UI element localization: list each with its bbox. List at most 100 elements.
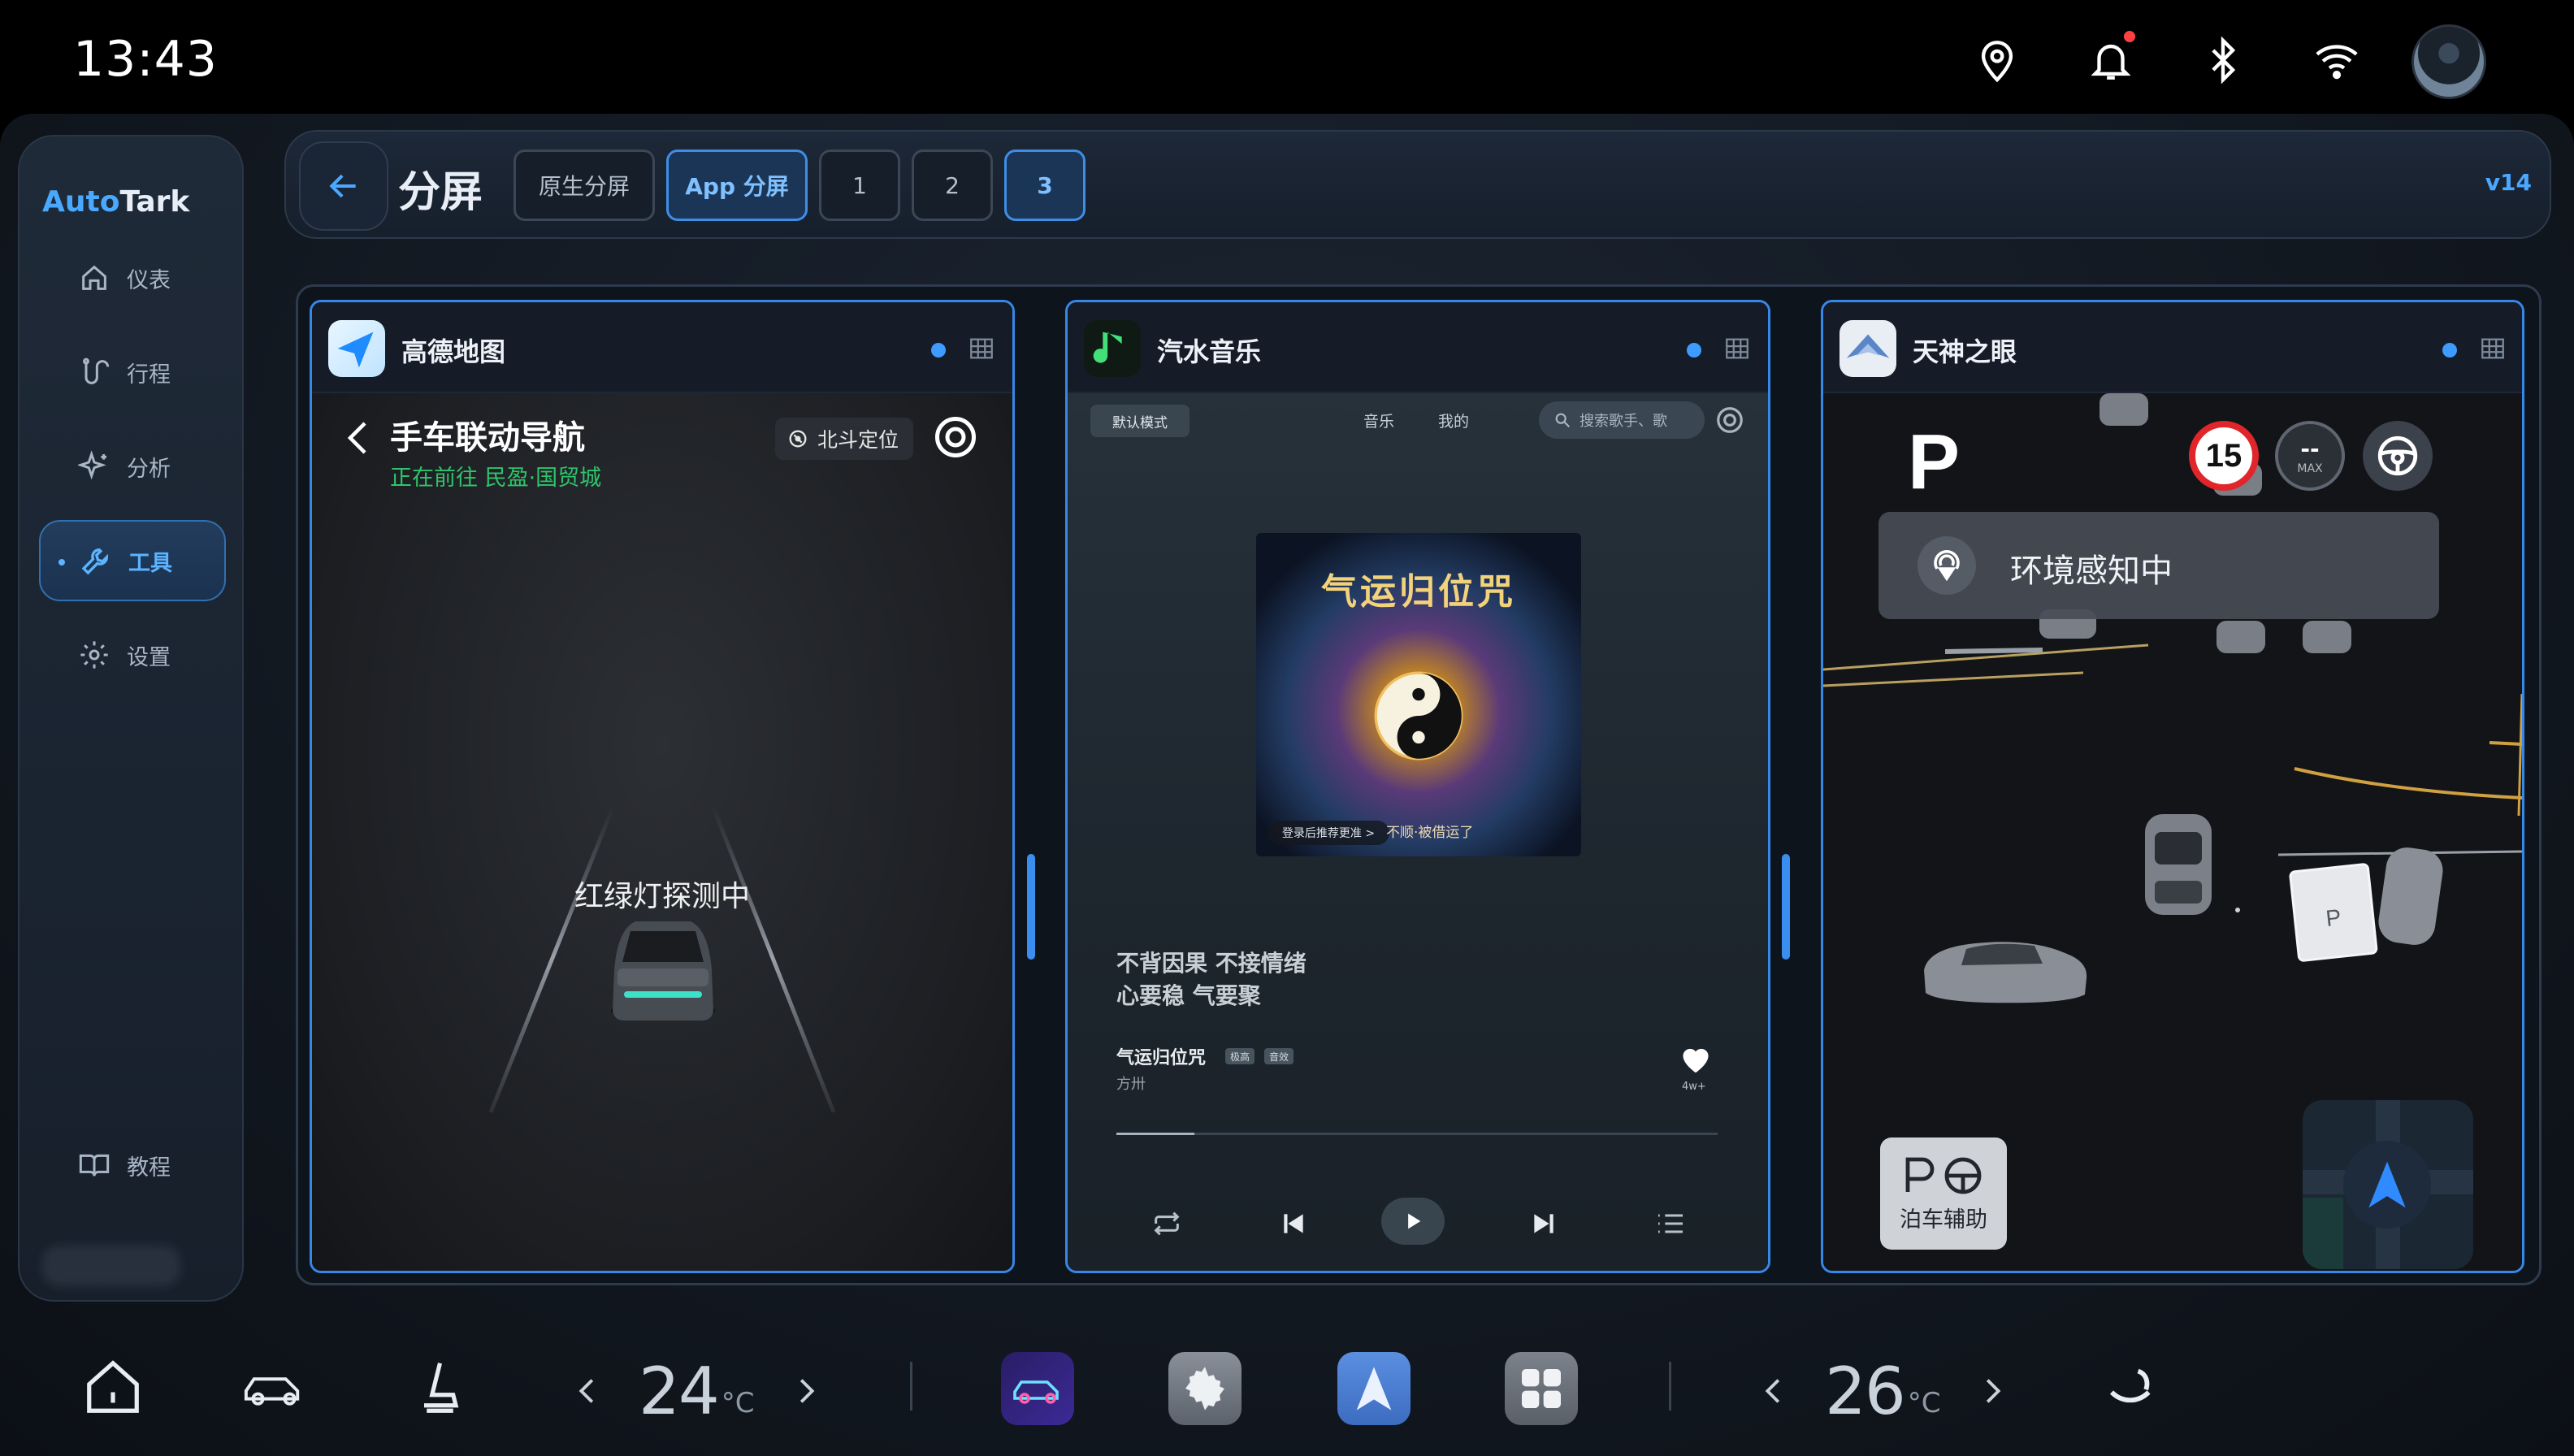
sidebar-item-label: 教程 [127, 1155, 171, 1181]
steering-wheel-button[interactable] [2363, 421, 2433, 491]
status-bar: 13:43 [0, 0, 2574, 120]
fan-icon[interactable] [2096, 1350, 2169, 1424]
back-button[interactable] [299, 141, 388, 231]
tab-mine[interactable]: 我的 [1438, 410, 1469, 431]
heart-icon[interactable] [1679, 1043, 1713, 1074]
app-split-button[interactable]: App 分屏 [666, 150, 808, 221]
split-count-1-button[interactable]: 1 [819, 150, 900, 221]
chevron-right-icon[interactable] [787, 1372, 825, 1410]
settings-ring-icon[interactable] [931, 413, 980, 462]
blurred-content [42, 1246, 180, 1286]
panel-body: P P 15 -- MAX 环境感知中 泊车辅助 [1823, 393, 2522, 1271]
chevron-left-icon[interactable] [569, 1372, 606, 1410]
split-count-3-button[interactable]: 3 [1004, 150, 1086, 221]
chevron-left-icon[interactable] [343, 418, 372, 458]
navigation-arrow-icon [1356, 1367, 1392, 1410]
panel-app-name: 高德地图 [401, 336, 506, 367]
parked-car-right [2378, 847, 2443, 945]
search-icon [1555, 413, 1571, 428]
login-recommend-button[interactable]: 登录后推荐更准 > [1268, 821, 1389, 845]
bottom-dock: 24 °C 26 °C [0, 1294, 2574, 1456]
panel-app-name: 天神之眼 [1913, 336, 2017, 367]
seat-icon[interactable] [398, 1350, 471, 1424]
arrow-left-icon [329, 174, 356, 198]
tab-music[interactable]: 音乐 [1363, 410, 1394, 431]
road-illustration [488, 803, 836, 1113]
gear-indicator: P [1908, 418, 1961, 505]
avatar[interactable] [2412, 24, 2486, 99]
sidebar-item-settings[interactable]: 设置 [39, 614, 226, 696]
sidebar-item-label: 工具 [128, 550, 172, 576]
grid-icon[interactable] [1722, 335, 1752, 362]
parking-assist-button[interactable]: 泊车辅助 [1880, 1138, 2007, 1250]
previous-track-icon[interactable] [1277, 1207, 1310, 1240]
sidebar-item-tools[interactable]: 工具 [39, 520, 226, 601]
yin-yang-icon [1374, 671, 1463, 760]
notification-dot [2124, 31, 2135, 42]
split-drag-handle[interactable] [1782, 854, 1790, 960]
chevron-left-icon[interactable] [1755, 1372, 1792, 1410]
play-button[interactable] [1381, 1198, 1445, 1245]
playlist-icon[interactable] [1654, 1207, 1687, 1240]
max-speed-indicator: -- MAX [2275, 421, 2345, 491]
sidebar-item-dashboard[interactable]: 仪表 [39, 237, 226, 318]
native-split-button[interactable]: 原生分屏 [514, 150, 655, 221]
mode-button[interactable]: 默认模式 [1090, 405, 1190, 437]
steering-wheel-icon [2377, 436, 2418, 476]
car-icon[interactable] [237, 1350, 310, 1424]
split-count-2-button[interactable]: 2 [912, 150, 993, 221]
car-mode-app[interactable] [1001, 1352, 1074, 1425]
sidebar-item-analysis[interactable]: 分析 [39, 426, 226, 507]
effect-tag: 音效 [1264, 1048, 1294, 1064]
sidebar-item-trip[interactable]: 行程 [39, 332, 226, 413]
bluetooth-icon[interactable] [2192, 29, 2254, 91]
environment-sensing-text: 环境感知中 [2010, 552, 2173, 590]
play-icon [1408, 1213, 1421, 1229]
wifi-icon[interactable] [2306, 29, 2368, 91]
speed-limit-sign: 15 [2189, 421, 2259, 491]
panel-header: 天神之眼 [1823, 302, 2522, 393]
panel-parking[interactable]: 天神之眼 P P 15 -- MAX 环境感知中 泊车辅助 [1821, 300, 2524, 1273]
beidou-button[interactable]: 北斗定位 [775, 418, 913, 460]
settings-app[interactable] [1168, 1352, 1242, 1425]
panel-header: 高德地图 [312, 302, 1012, 393]
nav-destination: 正在前往 民盈·国贸城 [390, 466, 602, 491]
split-drag-handle[interactable] [1027, 854, 1035, 960]
chevron-right-icon[interactable] [1974, 1372, 2011, 1410]
search-input[interactable]: 搜索歌手、歌 [1539, 401, 1705, 439]
grid-icon[interactable] [967, 335, 996, 362]
car-illustration [611, 921, 715, 1020]
grid-icon[interactable] [2478, 335, 2507, 362]
progress-bar[interactable] [1116, 1133, 1718, 1135]
version-label: v14 [2485, 169, 2532, 196]
parked-car [2145, 814, 2212, 915]
parking-wheel-icon [1905, 1157, 1982, 1194]
amap-app-icon [328, 320, 385, 377]
tianshen-eye-app-icon [1840, 320, 1896, 377]
app-shell: AutoTark 仪表 行程 分析 工具 设置 教程 分屏 原生分屏 App 分… [0, 114, 2574, 1456]
sidebar-item-tutorial[interactable]: 教程 [39, 1124, 226, 1206]
next-track-icon[interactable] [1528, 1207, 1560, 1240]
left-temperature: 24 [639, 1353, 720, 1429]
settings-ring-icon[interactable] [1714, 405, 1745, 436]
repeat-icon[interactable] [1150, 1207, 1183, 1240]
home-icon [82, 265, 106, 290]
mini-map[interactable] [2303, 1100, 2473, 1269]
progress-fill [1116, 1133, 1195, 1135]
panel-amap[interactable]: 高德地图 手车联动导航 正在前往 民盈·国贸城 北斗定位 红绿灯探测中 [310, 300, 1015, 1273]
home-icon[interactable] [76, 1350, 150, 1424]
navigation-app[interactable] [1337, 1352, 1410, 1425]
wrench-icon [81, 548, 109, 575]
status-dot [2442, 343, 2457, 358]
divider [910, 1362, 912, 1410]
navigation-arrow-icon [2368, 1161, 2406, 1208]
album-cover[interactable]: 气运归位咒 登录后推荐更准 > 不顺·被借运了 [1256, 533, 1581, 856]
cover-caption: 不顺·被借运了 [1386, 825, 1474, 841]
apps-grid-app[interactable] [1505, 1352, 1578, 1425]
panel-music[interactable]: 汽水音乐 默认模式 音乐 我的 搜索歌手、歌 气运归位咒 登录后推荐更准 > 不… [1065, 300, 1770, 1273]
book-icon [79, 1154, 110, 1176]
location-pin-icon[interactable] [1966, 29, 2028, 91]
nav-title: 手车联动导航 [390, 419, 585, 457]
song-title: 气运归位咒 [1116, 1048, 1207, 1068]
clock: 13:43 [73, 31, 218, 88]
